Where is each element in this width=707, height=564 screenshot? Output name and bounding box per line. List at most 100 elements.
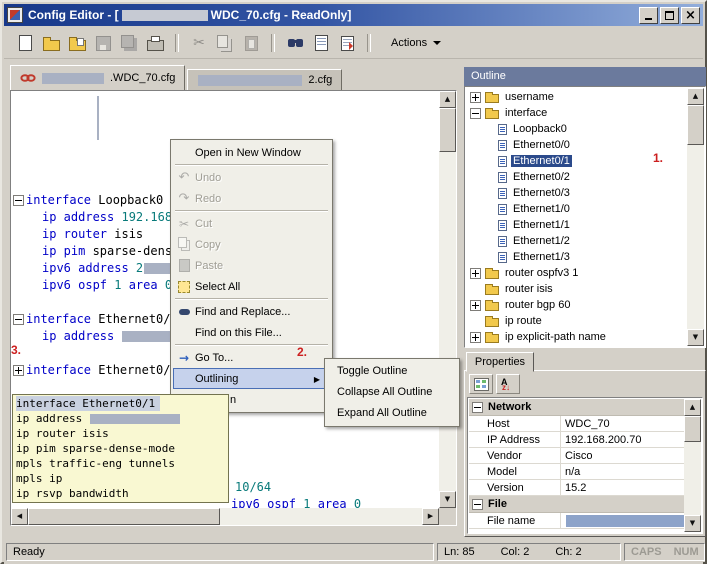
collapse-icon[interactable] xyxy=(470,108,481,119)
outline-item-label: Ethernet1/0 xyxy=(511,203,572,215)
scroll-up-button[interactable] xyxy=(439,91,456,108)
menu-item-find-and-replace[interactable]: Find and Replace... xyxy=(173,301,330,322)
toolbar-buttons xyxy=(12,32,378,55)
collapse-icon[interactable] xyxy=(472,499,483,510)
scroll-right-button[interactable] xyxy=(422,508,439,525)
tab-properties[interactable]: Properties xyxy=(466,352,534,372)
outline-item-interface[interactable]: interface xyxy=(466,105,688,121)
property-row-model[interactable]: Modeln/a xyxy=(469,464,685,480)
cut-button[interactable] xyxy=(186,32,212,55)
menu-item-open-in-new-window[interactable]: Open in New Window xyxy=(173,142,330,163)
categorized-button[interactable] xyxy=(469,374,493,394)
dropdown-arrow-icon xyxy=(433,41,441,49)
menu-item-copy[interactable]: Copy xyxy=(173,234,330,255)
outline-item-ethernet1-1[interactable]: Ethernet1/1 xyxy=(466,217,688,233)
scrollbar-thumb[interactable] xyxy=(684,416,701,442)
save-all-button[interactable] xyxy=(116,32,142,55)
outline-item-ip-route[interactable]: ip route xyxy=(466,313,688,329)
outline-item-ethernet1-2[interactable]: Ethernet1/2 xyxy=(466,233,688,249)
minimize-button[interactable] xyxy=(639,7,658,24)
properties-scrollbar[interactable] xyxy=(684,399,701,532)
menu-item-redo[interactable]: Redo xyxy=(173,188,330,209)
editor-vertical-scrollbar[interactable] xyxy=(439,91,456,508)
property-row-vendor[interactable]: VendorCisco xyxy=(469,448,685,464)
properties-toolbar xyxy=(465,371,705,395)
outline-item-username[interactable]: username xyxy=(466,89,688,105)
scroll-left-button[interactable] xyxy=(11,508,28,525)
property-row-file-name[interactable]: File name xyxy=(469,513,685,529)
menu-item-select-all[interactable]: Select All xyxy=(173,276,330,297)
menu-item-cut[interactable]: Cut xyxy=(173,213,330,234)
expand-icon[interactable] xyxy=(470,332,481,343)
menu-item-undo[interactable]: Undo xyxy=(173,167,330,188)
menu-item-outlining[interactable]: Outlining xyxy=(173,368,330,389)
tab-wdc-70-cfg[interactable]: .WDC_70.cfg xyxy=(10,65,185,90)
property-value: n/a xyxy=(561,464,685,479)
scrollbar-thumb[interactable] xyxy=(439,108,456,152)
new-file-button[interactable] xyxy=(12,32,38,55)
expand-icon[interactable] xyxy=(470,300,481,311)
property-row-ip-address[interactable]: IP Address192.168.200.70 xyxy=(469,432,685,448)
expand-icon[interactable] xyxy=(470,92,481,103)
property-row-host[interactable]: HostWDC_70 xyxy=(469,416,685,432)
title-bar[interactable]: Config Editor - [ WDC_70.cfg - ReadOnly] xyxy=(4,4,703,26)
scrollbar-thumb[interactable] xyxy=(687,105,704,145)
outline-item-ethernet0-3[interactable]: Ethernet0/3 xyxy=(466,185,688,201)
scroll-up-button[interactable] xyxy=(687,88,704,105)
paste-button[interactable] xyxy=(238,32,264,55)
scroll-down-button[interactable] xyxy=(439,491,456,508)
editor-horizontal-scrollbar[interactable] xyxy=(11,508,439,525)
text-token: mpls ip xyxy=(16,472,62,485)
outline-item-router-isis[interactable]: router isis xyxy=(466,281,688,297)
outline-item-ethernet1-0[interactable]: Ethernet1/0 xyxy=(466,201,688,217)
outline-item-ethernet0-2[interactable]: Ethernet0/2 xyxy=(466,169,688,185)
text-token: ip pim xyxy=(42,244,93,258)
minimize-icon xyxy=(645,18,652,20)
folder-icon xyxy=(485,302,499,311)
outline-item-ethernet1-3[interactable]: Ethernet1/3 xyxy=(466,249,688,265)
outline-item-router-bgp-60[interactable]: router bgp 60 xyxy=(466,297,688,313)
tooltip-line: mpls ip xyxy=(16,471,225,486)
text-token: ip address xyxy=(42,210,121,224)
fold-collapse-icon[interactable] xyxy=(13,314,24,325)
find-in-file-icon xyxy=(315,35,328,51)
find-in-file-button[interactable] xyxy=(308,32,334,55)
print-button[interactable] xyxy=(142,32,168,55)
open-folder-button[interactable] xyxy=(64,32,90,55)
menu-item-paste[interactable]: Paste xyxy=(173,255,330,276)
scroll-down-button[interactable] xyxy=(687,329,704,346)
fold-margin xyxy=(11,260,26,277)
collapse-icon[interactable] xyxy=(472,402,483,413)
find-button[interactable] xyxy=(282,32,308,55)
outline-scrollbar[interactable] xyxy=(687,88,704,346)
close-button[interactable] xyxy=(681,7,700,24)
status-char: Ch: 2 xyxy=(555,546,581,558)
expand-icon[interactable] xyxy=(470,268,481,279)
property-category-network[interactable]: Network xyxy=(469,399,685,416)
property-category-file[interactable]: File xyxy=(469,496,685,513)
outline-item-ip-explicit-path-name[interactable]: ip explicit-path name xyxy=(466,329,688,345)
outline-item-loopback0[interactable]: Loopback0 xyxy=(466,121,688,137)
alphabetical-sort-button[interactable] xyxy=(496,374,520,394)
actions-button[interactable]: Actions xyxy=(382,32,450,54)
restore-button[interactable] xyxy=(660,7,679,24)
submenu-item-collapse-all-outline[interactable]: Collapse All Outline xyxy=(327,382,457,403)
menu-item-label: Find on this File... xyxy=(195,327,282,339)
scroll-down-button[interactable] xyxy=(684,515,701,532)
submenu-item-toggle-outline[interactable]: Toggle Outline xyxy=(327,361,457,382)
status-bar: Ready Ln: 85 Col: 2 Ch: 2 CAPS NUM xyxy=(4,540,703,564)
fold-collapse-icon[interactable] xyxy=(13,195,24,206)
fold-expand-icon[interactable] xyxy=(13,365,24,376)
menu-item-find-on-this-file[interactable]: Find on this File... xyxy=(173,322,330,343)
copy-button[interactable] xyxy=(212,32,238,55)
scroll-up-button[interactable] xyxy=(684,399,701,416)
outline-item-router-ospfv3-1[interactable]: router ospfv3 1 xyxy=(466,265,688,281)
scrollbar-thumb[interactable] xyxy=(28,508,220,525)
submenu-item-expand-all-outline[interactable]: Expand All Outline xyxy=(327,403,457,424)
property-row-version[interactable]: Version15.2 xyxy=(469,480,685,496)
goto-button[interactable] xyxy=(334,32,360,55)
open-file-button[interactable] xyxy=(38,32,64,55)
save-button[interactable] xyxy=(90,32,116,55)
tab-2-cfg[interactable]: 2.cfg xyxy=(187,69,342,90)
tooltip-line: mpls traffic-eng tunnels xyxy=(16,456,225,471)
